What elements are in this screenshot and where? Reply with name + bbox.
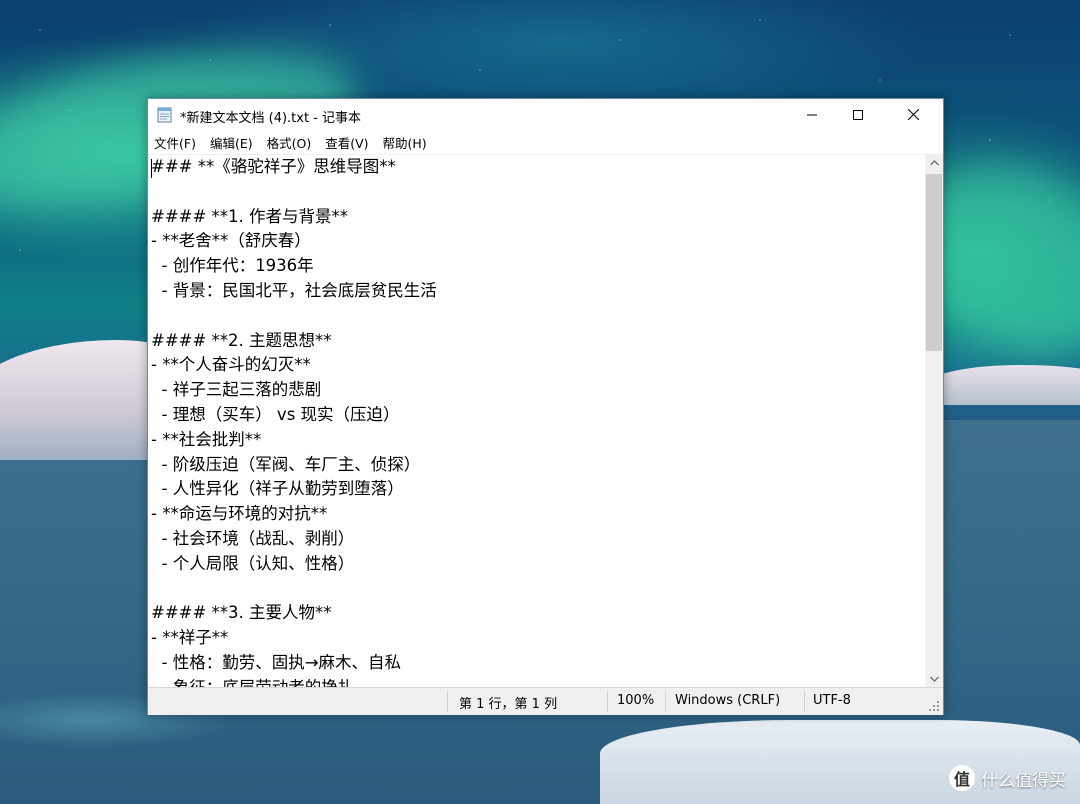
minimize-icon xyxy=(807,114,817,115)
status-bar: 第 1 行，第 1 列 100% Windows (CRLF) UTF-8 xyxy=(148,687,943,715)
chevron-down-icon xyxy=(929,676,939,682)
menu-view[interactable]: 查看(V) xyxy=(318,133,375,152)
maximize-button[interactable] xyxy=(835,99,881,130)
menu-bar: 文件(F) 编辑(E) 格式(O) 查看(V) 帮助(H) xyxy=(148,132,943,153)
notepad-app-icon xyxy=(157,107,172,123)
close-icon xyxy=(907,109,919,120)
scroll-down-button[interactable] xyxy=(925,670,943,687)
status-separator xyxy=(665,691,666,712)
editor-text-content[interactable]: ### **《骆驼祥子》思维导图** #### **1. 作者与背景** - *… xyxy=(151,155,437,688)
watermark-text: 什么值得买 xyxy=(981,770,1066,791)
text-editor-area[interactable]: ### **《骆驼祥子》思维导图** #### **1. 作者与背景** - *… xyxy=(148,154,925,688)
vertical-scrollbar[interactable] xyxy=(925,154,943,687)
menu-format[interactable]: 格式(O) xyxy=(260,133,319,152)
title-bar[interactable]: *新建文本文档 (4).txt - 记事本 xyxy=(148,99,943,131)
status-line-ending: Windows (CRLF) xyxy=(675,693,781,708)
resize-grip-icon[interactable] xyxy=(928,700,940,712)
chevron-up-icon xyxy=(929,159,939,165)
menu-edit[interactable]: 编辑(E) xyxy=(203,133,260,152)
menu-help[interactable]: 帮助(H) xyxy=(376,133,434,152)
status-cursor-position: 第 1 行，第 1 列 xyxy=(459,697,558,712)
status-separator xyxy=(447,691,448,712)
scroll-up-button[interactable] xyxy=(925,154,943,171)
scrollbar-thumb[interactable] xyxy=(926,174,942,351)
status-zoom-level: 100% xyxy=(617,693,655,708)
menu-file[interactable]: 文件(F) xyxy=(148,133,203,152)
wallpaper-snow-foreground xyxy=(600,720,1080,804)
close-button[interactable] xyxy=(890,99,936,130)
status-separator xyxy=(804,691,805,712)
maximize-icon xyxy=(853,109,863,120)
window-title: *新建文本文档 (4).txt - 记事本 xyxy=(180,111,362,126)
notepad-window[interactable]: *新建文本文档 (4).txt - 记事本 文件(F) 编辑(E) 格式(O) … xyxy=(147,98,944,715)
watermark-glyph-icon: 值 xyxy=(949,765,975,791)
watermark-logo: 值 什么值得买 xyxy=(949,765,1066,791)
minimize-button[interactable] xyxy=(789,99,835,130)
text-caret xyxy=(151,159,152,178)
status-encoding: UTF-8 xyxy=(813,693,851,708)
wallpaper-snow-hill-right xyxy=(930,365,1080,405)
status-separator xyxy=(607,691,608,712)
